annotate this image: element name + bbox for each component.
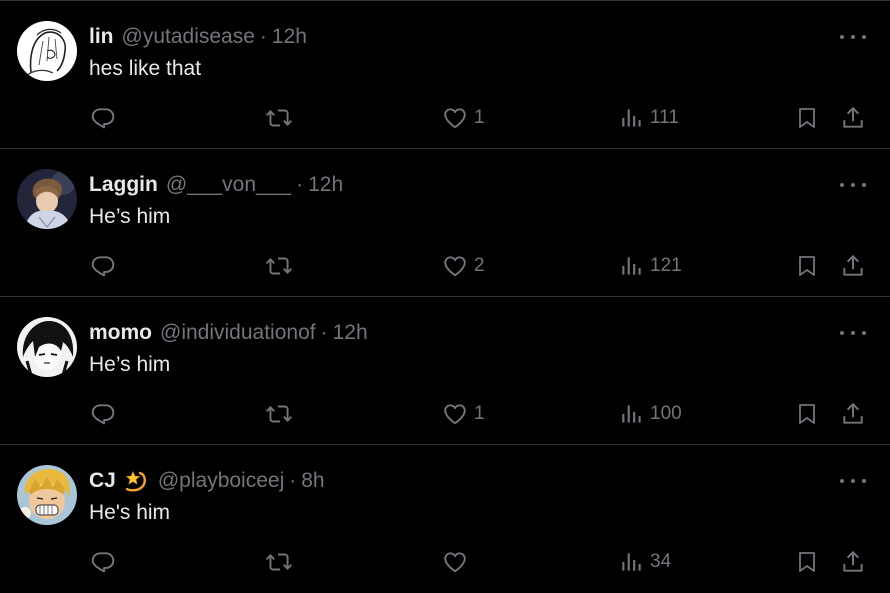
view-count: 111: [650, 107, 679, 128]
reply-button[interactable]: [90, 547, 116, 577]
separator: ·: [289, 469, 297, 492]
reply-icon: [91, 256, 115, 277]
tweet-actions: 1 100: [0, 399, 890, 429]
separator: ·: [296, 173, 304, 196]
display-name[interactable]: Laggin: [89, 173, 158, 197]
avatar[interactable]: [17, 465, 77, 525]
tweet-actions: 2 121: [0, 251, 890, 281]
retweet-button[interactable]: [264, 103, 294, 133]
share-icon: [843, 106, 863, 128]
retweet-icon: [265, 553, 293, 571]
share-icon: [843, 402, 863, 424]
tweet-text: He’s him: [89, 353, 171, 376]
share-button[interactable]: [840, 103, 866, 133]
tweet-header: momo @individuationof · 12h: [89, 319, 368, 347]
bookmark-icon: [799, 552, 815, 572]
tweet-header: CJ @playboiceej · 8h: [89, 467, 325, 495]
dizzy-star-emoji: [124, 469, 150, 493]
retweet-button[interactable]: [264, 399, 294, 429]
avatar[interactable]: [17, 169, 77, 229]
more-icon[interactable]: [840, 325, 866, 341]
share-icon: [843, 254, 863, 276]
user-handle[interactable]: @___von___: [166, 173, 291, 197]
bookmark-icon: [799, 108, 815, 128]
bookmark-button[interactable]: [795, 251, 819, 281]
tweet-header: lin @yutadisease · 12h: [89, 23, 307, 51]
heart-icon: [444, 256, 466, 277]
tweet-text: He's him: [89, 501, 171, 524]
retweet-icon: [265, 257, 293, 275]
share-button[interactable]: [840, 251, 866, 281]
tweet-text: hes like that: [89, 57, 202, 80]
heart-icon: [444, 108, 466, 129]
timestamp[interactable]: 8h: [301, 469, 324, 493]
reply-icon: [91, 552, 115, 573]
bookmark-icon: [799, 256, 815, 276]
like-count: 1: [474, 107, 485, 128]
user-handle[interactable]: @individuationof: [160, 321, 316, 345]
like-button[interactable]: 2: [442, 251, 485, 281]
retweet-button[interactable]: [264, 547, 294, 577]
share-icon: [843, 550, 863, 572]
more-icon[interactable]: [840, 29, 866, 45]
views-icon: [622, 257, 641, 275]
tweet-text: He’s him: [89, 205, 171, 228]
view-count: 34: [650, 551, 672, 572]
timestamp[interactable]: 12h: [308, 173, 343, 197]
tweet[interactable]: lin @yutadisease · 12h hes like that 1 1…: [0, 1, 890, 149]
tweet-actions: 34: [0, 547, 890, 577]
display-name[interactable]: lin: [89, 25, 114, 49]
bookmark-button[interactable]: [795, 547, 819, 577]
bookmark-button[interactable]: [795, 399, 819, 429]
view-count: 100: [650, 403, 682, 424]
tweet[interactable]: CJ @playboiceej · 8h He's him 34: [0, 445, 890, 593]
retweet-icon: [265, 109, 293, 127]
reply-button[interactable]: [90, 399, 116, 429]
more-icon[interactable]: [840, 177, 866, 193]
separator: ·: [259, 25, 267, 48]
avatar[interactable]: [17, 317, 77, 377]
retweet-icon: [265, 405, 293, 423]
like-button[interactable]: 1: [442, 399, 485, 429]
display-name[interactable]: momo: [89, 321, 152, 345]
views-button[interactable]: 111: [620, 103, 679, 133]
views-icon: [622, 109, 641, 127]
tweet-actions: 1 111: [0, 103, 890, 133]
timestamp[interactable]: 12h: [272, 25, 307, 49]
view-count: 121: [650, 255, 682, 276]
like-count: 1: [474, 403, 485, 424]
user-handle[interactable]: @playboiceej: [158, 469, 284, 493]
more-icon[interactable]: [840, 473, 866, 489]
heart-icon: [444, 552, 466, 573]
views-button[interactable]: 121: [620, 251, 682, 281]
retweet-button[interactable]: [264, 251, 294, 281]
separator: ·: [320, 321, 328, 344]
share-button[interactable]: [840, 399, 866, 429]
views-icon: [622, 405, 641, 423]
avatar[interactable]: [17, 21, 77, 81]
tweet-header: Laggin @___von___ · 12h: [89, 171, 343, 199]
timestamp[interactable]: 12h: [333, 321, 368, 345]
like-button[interactable]: 1: [442, 103, 485, 133]
heart-icon: [444, 404, 466, 425]
share-button[interactable]: [840, 547, 866, 577]
tweet[interactable]: Laggin @___von___ · 12h He’s him 2 121: [0, 149, 890, 297]
views-button[interactable]: 34: [620, 547, 671, 577]
reply-icon: [91, 108, 115, 129]
views-icon: [622, 553, 641, 571]
user-handle[interactable]: @yutadisease: [122, 25, 255, 49]
reply-icon: [91, 404, 115, 425]
bookmark-icon: [799, 404, 815, 424]
reply-feed: lin @yutadisease · 12h hes like that 1 1…: [0, 0, 890, 588]
reply-button[interactable]: [90, 103, 116, 133]
display-name[interactable]: CJ: [89, 469, 116, 493]
reply-button[interactable]: [90, 251, 116, 281]
like-count: 2: [474, 255, 485, 276]
views-button[interactable]: 100: [620, 399, 682, 429]
bookmark-button[interactable]: [795, 103, 819, 133]
like-button[interactable]: [442, 547, 474, 577]
tweet[interactable]: momo @individuationof · 12h He’s him 1 1…: [0, 297, 890, 445]
